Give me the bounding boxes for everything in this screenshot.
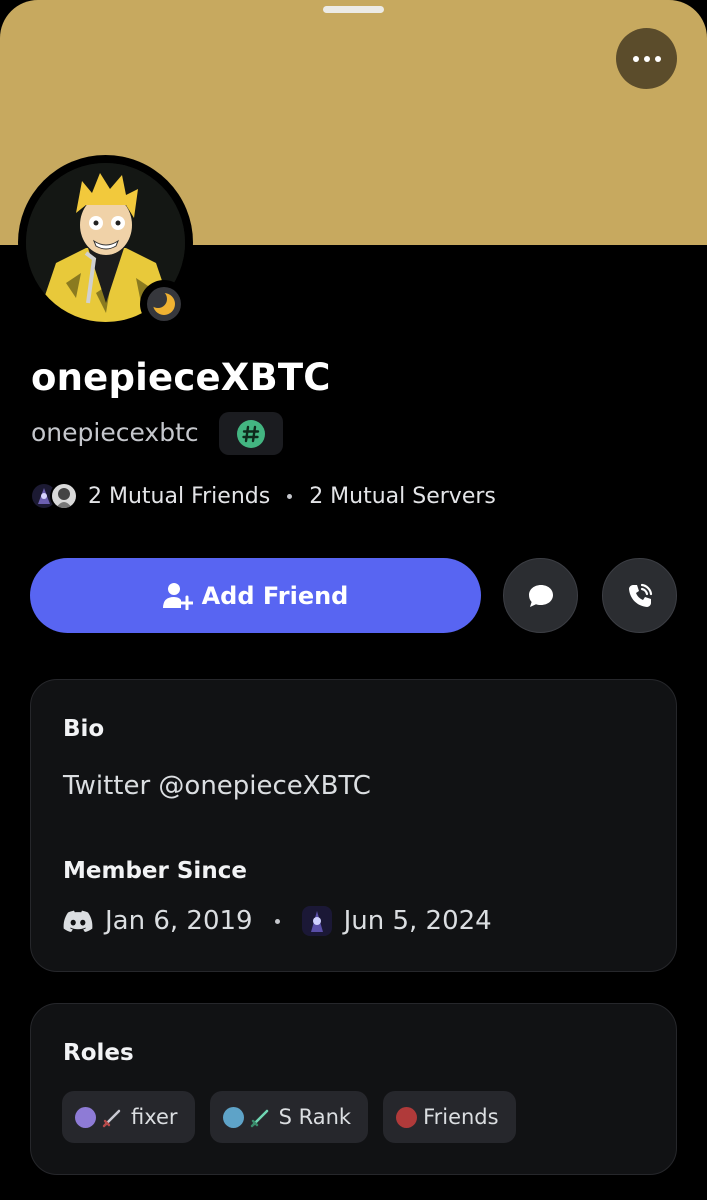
role-chip[interactable]: Friends — [383, 1091, 516, 1143]
bio-heading: Bio — [63, 716, 105, 742]
role-name: S Rank — [278, 1105, 352, 1129]
roles-list: fixer S Rank Friends — [62, 1091, 516, 1143]
hashtag-icon — [237, 419, 265, 448]
role-chip[interactable]: fixer — [62, 1091, 195, 1143]
sword-icon — [102, 1109, 121, 1128]
message-button[interactable] — [503, 558, 578, 633]
add-user-icon — [162, 582, 193, 610]
role-name: fixer — [131, 1105, 178, 1129]
server-icon — [301, 906, 332, 936]
role-color-dot — [396, 1106, 418, 1128]
more-options-button[interactable] — [616, 28, 677, 89]
chat-bubble-icon — [528, 584, 553, 607]
add-friend-button[interactable]: Add Friend — [30, 558, 481, 633]
dot-icon — [643, 55, 650, 62]
separator-dot — [274, 918, 280, 924]
about-card: Bio Twitter @onepieceXBTC Member Since J… — [30, 679, 677, 972]
dot-icon — [632, 55, 639, 62]
discord-join-date: Jan 6, 2019 — [105, 906, 253, 936]
display-name: onepieceXBTC — [31, 356, 331, 399]
roles-card: Roles fixer S Rank Friends — [30, 1003, 677, 1175]
mutual-servers-link[interactable]: 2 Mutual Servers — [309, 484, 496, 509]
role-name: Friends — [423, 1105, 499, 1129]
member-since-row: Jan 6, 2019 Jun 5, 2024 — [63, 902, 492, 940]
drag-handle[interactable] — [323, 6, 384, 13]
add-friend-label: Add Friend — [201, 581, 349, 610]
sword-icon — [250, 1109, 268, 1128]
separator-dot — [287, 493, 293, 499]
server-join-date: Jun 5, 2024 — [343, 906, 492, 936]
role-color-dot — [75, 1106, 96, 1128]
call-button[interactable] — [602, 558, 677, 633]
profile-sheet: onepieceXBTC onepiecexbtc 2 Mutual Frien… — [0, 0, 707, 1200]
role-chip[interactable]: S Rank — [209, 1091, 369, 1143]
mutual-friend-avatar — [50, 482, 78, 510]
hashtag-badge[interactable] — [219, 412, 283, 455]
roles-heading: Roles — [63, 1040, 134, 1066]
mutuals-row[interactable]: 2 Mutual Friends 2 Mutual Servers — [30, 479, 496, 513]
phone-call-icon — [628, 583, 652, 607]
member-since-heading: Member Since — [63, 858, 247, 884]
idle-status-icon — [147, 287, 181, 321]
username[interactable]: onepiecexbtc — [31, 418, 199, 447]
bio-text[interactable]: Twitter @onepieceXBTC — [63, 771, 371, 801]
moon-icon — [152, 292, 175, 315]
role-color-dot — [222, 1106, 244, 1128]
mutual-friends-link[interactable]: 2 Mutual Friends — [88, 484, 270, 509]
dot-icon — [654, 55, 661, 62]
discord-logo-icon — [63, 910, 93, 932]
